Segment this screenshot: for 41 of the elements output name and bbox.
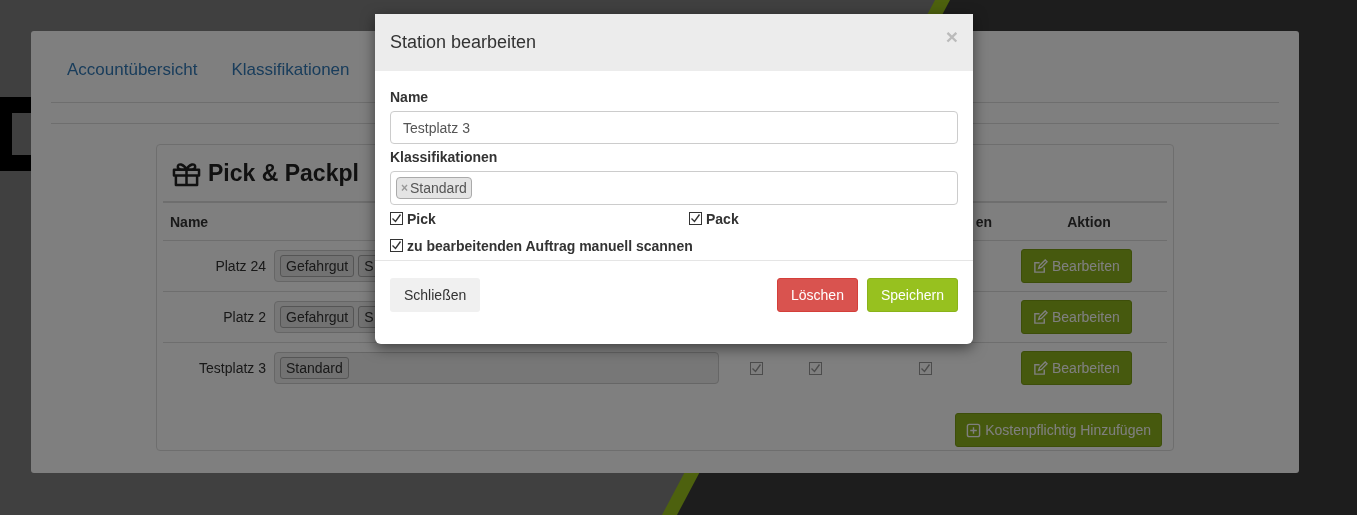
card-title: Pick & Packpl — [208, 159, 359, 187]
column-header: en — [975, 213, 992, 230]
edit-icon — [1033, 309, 1048, 325]
close-button[interactable]: × — [945, 29, 958, 45]
add-button[interactable]: Kostenpflichtig Hinzufügen — [955, 413, 1162, 447]
checkbox[interactable] — [689, 212, 702, 225]
field-label: Name — [390, 89, 430, 105]
remove-button[interactable]: × — [401, 180, 408, 196]
checkbox-label: Pack — [706, 210, 739, 227]
tag: Gefahrgut — [280, 255, 355, 277]
edit-button[interactable]: Bearbeiten — [1021, 300, 1132, 334]
tag: Standard — [280, 357, 349, 379]
station-name: Platz 2 — [223, 309, 266, 325]
nav-link[interactable]: Klassifikationen — [231, 61, 350, 83]
plus-square-icon — [966, 422, 982, 438]
tag-label: Standard — [410, 180, 467, 196]
column-header: Aktion — [1067, 213, 1111, 230]
checkbox-label: zu bearbeitenden Auftrag manuell scannen — [407, 237, 693, 254]
edit-icon — [1033, 360, 1048, 376]
close-button[interactable]: Schließen — [390, 277, 481, 312]
edit-button[interactable]: Bearbeiten — [1021, 351, 1132, 385]
checkbox[interactable] — [808, 361, 822, 375]
edit-button[interactable]: Bearbeiten — [1021, 249, 1132, 283]
checkbox[interactable] — [390, 239, 403, 252]
name-input[interactable]: Testplatz 3 — [390, 111, 958, 144]
station-name: Platz 24 — [215, 258, 266, 274]
edit-icon — [1033, 258, 1048, 274]
tag: Gefahrgut — [280, 306, 355, 328]
field-label: Klassifikationen — [390, 149, 499, 165]
tag-field[interactable]: Standard — [274, 352, 719, 384]
checkbox[interactable] — [390, 212, 403, 225]
nav-link[interactable]: Accountübersicht — [67, 61, 198, 83]
station-name: Testplatz 3 — [199, 360, 266, 376]
delete-button[interactable]: Löschen — [777, 277, 858, 312]
column-header: Name — [170, 213, 209, 230]
checkbox[interactable] — [918, 361, 932, 375]
save-button[interactable]: Speichern — [866, 277, 958, 312]
dialog-title: Station bearbeiten — [390, 32, 537, 53]
classification-input[interactable]: ×Standard — [390, 171, 958, 205]
checkbox-label: Pick — [407, 210, 436, 227]
checkbox[interactable] — [749, 361, 763, 375]
